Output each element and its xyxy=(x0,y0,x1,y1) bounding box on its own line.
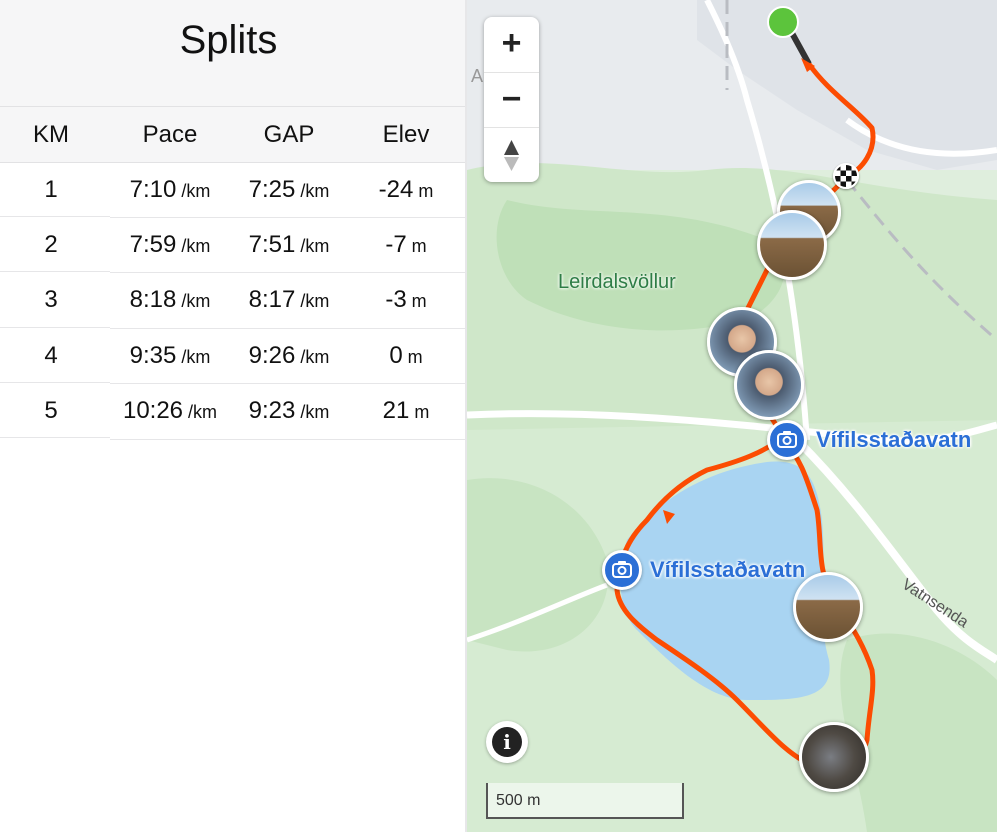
splits-panel: Splits KM Pace GAP Elev 1 7:10/km 7:25/k… xyxy=(0,0,465,832)
split-pace-unit: /km xyxy=(181,236,211,256)
split-elev-value: 0 xyxy=(389,342,403,369)
route-start-marker[interactable] xyxy=(767,6,799,38)
split-pace-unit: /km xyxy=(188,402,218,422)
split-pace: 9:35/km xyxy=(110,342,230,370)
split-elev: -24 m xyxy=(348,176,464,204)
split-elev-value: -3 xyxy=(385,286,407,313)
activity-map[interactable]: AKSIT Leirdalsvöllur Vífilsstaðavatn Víf… xyxy=(467,0,997,832)
split-pace: 7:10/km xyxy=(110,176,230,204)
compass-glyph xyxy=(504,140,519,171)
row-divider xyxy=(0,327,110,328)
row-divider xyxy=(0,216,110,217)
split-pace: 7:59/km xyxy=(110,231,230,259)
split-pace-unit: /km xyxy=(181,181,211,201)
split-gap: 9:23/km xyxy=(230,397,348,425)
split-elev: 21 m xyxy=(348,397,464,425)
split-gap-value: 7:25 xyxy=(248,176,296,203)
split-row: 4 9:35/km 9:26/km 0m xyxy=(0,329,465,384)
forest-area-east xyxy=(840,633,997,832)
split-elev-value: -7 xyxy=(385,231,407,258)
split-km: 4 xyxy=(44,342,58,369)
lake-label: Vífilsstaðavatn xyxy=(650,557,806,582)
split-pace-value: 8:18 xyxy=(129,286,177,313)
map-zoom-controls: + − xyxy=(484,17,539,182)
split-row: 2 7:59/km 7:51/km -7 m xyxy=(0,218,465,273)
camera-icon[interactable] xyxy=(602,550,642,590)
row-divider xyxy=(0,382,110,383)
route-photo-thumbnail[interactable] xyxy=(757,210,827,280)
split-pace-value: 9:35 xyxy=(129,342,177,369)
split-pace-value: 7:10 xyxy=(129,176,177,203)
split-elev-value: -24 xyxy=(378,176,414,203)
camera-glyph xyxy=(612,561,632,578)
split-elev-unit: m xyxy=(407,347,423,367)
split-gap: 7:51/km xyxy=(230,231,348,259)
split-elev-unit: m xyxy=(411,236,427,256)
split-km: 3 xyxy=(44,286,58,313)
row-divider xyxy=(0,271,110,272)
split-pace-unit: /km xyxy=(181,291,211,311)
split-row: 5 10:26/km 9:23/km 21 m xyxy=(0,384,465,439)
splits-header: Splits xyxy=(0,0,465,107)
split-gap-value: 9:23 xyxy=(248,397,296,424)
split-pace: 10:26/km xyxy=(110,397,230,425)
split-pace-value: 10:26 xyxy=(122,397,184,424)
split-gap: 9:26/km xyxy=(230,342,348,370)
split-elev-unit: m xyxy=(414,402,430,422)
split-pace: 8:18/km xyxy=(110,286,230,314)
camera-icon[interactable] xyxy=(767,420,807,460)
split-elev: -7 m xyxy=(348,231,464,259)
split-elev: -3 m xyxy=(348,286,464,314)
camera-glyph xyxy=(777,431,797,448)
finish-flag-icon[interactable] xyxy=(833,163,859,189)
split-gap: 7:25/km xyxy=(230,176,348,204)
info-icon: i xyxy=(492,727,522,757)
column-header-pace: Pace xyxy=(142,121,198,148)
split-gap-unit: /km xyxy=(300,347,330,367)
split-km: 5 xyxy=(44,397,58,424)
split-gap-unit: /km xyxy=(300,291,330,311)
split-gap-value: 7:51 xyxy=(248,231,296,258)
zoom-in-button[interactable]: + xyxy=(484,17,539,72)
map-info-button[interactable]: i xyxy=(486,721,528,763)
split-gap-value: 8:17 xyxy=(248,286,296,313)
split-pace-value: 7:59 xyxy=(129,231,177,258)
split-elev: 0m xyxy=(348,342,464,370)
split-pace-unit: /km xyxy=(181,347,211,367)
split-gap-unit: /km xyxy=(300,236,330,256)
map-scale-bar: 500 m xyxy=(486,783,684,819)
splits-title: Splits xyxy=(179,18,278,62)
split-gap-unit: /km xyxy=(300,402,330,422)
split-gap-unit: /km xyxy=(300,181,330,201)
split-elev-value: 21 xyxy=(382,397,410,424)
route-photo-thumbnail[interactable] xyxy=(734,350,804,420)
splits-column-headers: KM Pace GAP Elev xyxy=(0,107,465,163)
split-elev-unit: m xyxy=(411,291,427,311)
split-elev-unit: m xyxy=(418,181,434,201)
zoom-out-button[interactable]: − xyxy=(484,72,539,128)
column-header-gap: GAP xyxy=(263,121,315,148)
map-base-layer xyxy=(467,0,997,832)
split-row: 3 8:18/km 8:17/km -3 m xyxy=(0,273,465,328)
golf-course-label: Leirdalsvöllur xyxy=(558,271,676,293)
lake-label: Vífilsstaðavatn xyxy=(816,427,972,452)
split-km: 2 xyxy=(44,231,58,258)
split-row: 1 7:10/km 7:25/km -24 m xyxy=(0,163,465,218)
split-gap-value: 9:26 xyxy=(248,342,296,369)
compass-icon[interactable] xyxy=(484,127,539,183)
finish-flag-checker xyxy=(835,165,857,187)
row-divider xyxy=(0,437,110,438)
column-header-elev: Elev xyxy=(382,121,430,148)
split-gap: 8:17/km xyxy=(230,286,348,314)
column-header-km: KM xyxy=(33,121,69,148)
route-photo-thumbnail[interactable] xyxy=(793,572,863,642)
row-divider xyxy=(110,439,465,440)
route-photo-thumbnail[interactable] xyxy=(799,722,869,792)
split-km: 1 xyxy=(44,176,58,203)
